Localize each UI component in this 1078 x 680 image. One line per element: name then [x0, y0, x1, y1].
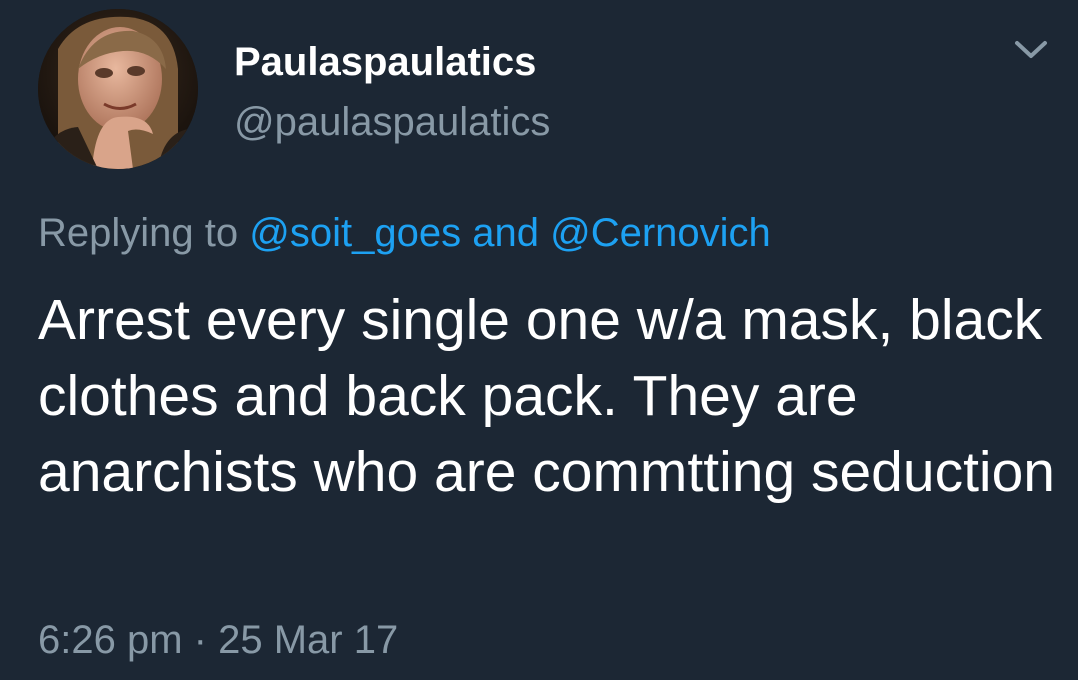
more-options-button[interactable] — [1006, 30, 1056, 70]
tweet-text: Arrest every single one w/a mask, black … — [38, 288, 1055, 504]
reply-prefix: Replying to — [38, 211, 239, 255]
display-name[interactable]: Paulaspaulatics — [234, 38, 536, 86]
separator: · — [193, 618, 207, 662]
mention-link[interactable]: @Cernovich — [550, 211, 771, 255]
reply-context: Replying to @soit_goes and @Cernovich — [38, 207, 771, 259]
avatar[interactable] — [38, 9, 198, 169]
user-handle[interactable]: @paulaspaulatics — [234, 98, 550, 146]
tweet-time: 6:26 pm — [38, 618, 183, 662]
avatar-photo — [38, 9, 198, 169]
mention-link[interactable]: @soit_goes — [249, 211, 461, 255]
tweet-date: 25 Mar 17 — [218, 618, 399, 662]
timestamp[interactable]: 6:26 pm · 25 Mar 17 — [38, 614, 398, 666]
tweet-card: Paulaspaulatics @paulaspaulatics Replyin… — [0, 0, 1078, 680]
reply-conjunction: and — [472, 211, 539, 255]
chevron-down-icon — [1015, 41, 1047, 58]
